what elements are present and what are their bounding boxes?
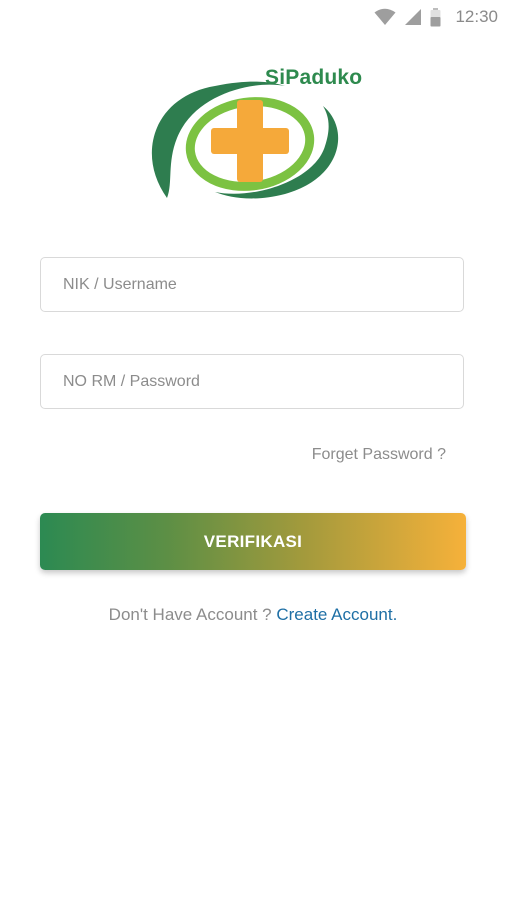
cell-signal-icon: [404, 8, 422, 26]
password-field-container: [40, 354, 464, 409]
verify-button[interactable]: VERIFIKASI: [40, 513, 466, 570]
wifi-icon: [374, 8, 396, 26]
logo-text: SiPaduko: [265, 66, 363, 89]
status-bar: 12:30: [0, 0, 506, 34]
signup-prompt: Don't Have Account ?: [108, 605, 277, 624]
signup-row: Don't Have Account ? Create Account.: [0, 605, 506, 625]
username-input[interactable]: [41, 258, 463, 311]
app-logo: SiPaduko: [145, 58, 365, 208]
create-account-link[interactable]: Create Account.: [276, 605, 397, 624]
password-input[interactable]: [41, 355, 463, 408]
status-time: 12:30: [455, 7, 498, 26]
forget-password-link[interactable]: Forget Password ?: [312, 446, 446, 464]
battery-icon: [430, 7, 441, 27]
status-icons: 12:30: [374, 6, 498, 28]
username-field-container: [40, 257, 464, 312]
